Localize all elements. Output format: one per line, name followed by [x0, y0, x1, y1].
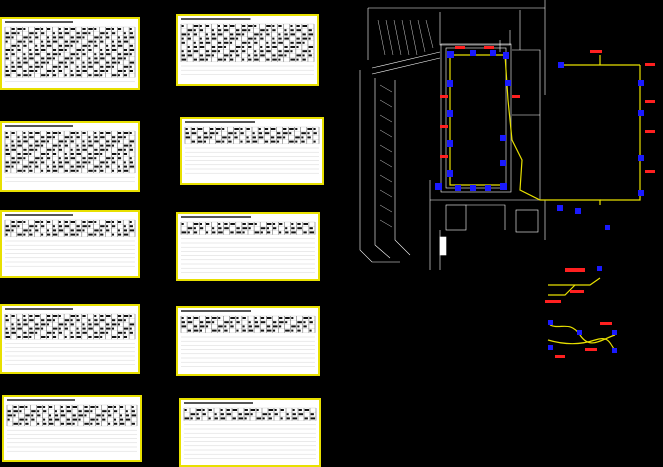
schedule-grid	[4, 125, 136, 182]
annotation-tags	[440, 46, 655, 358]
site-linework	[359, 0, 546, 270]
schedule-sheet-4	[180, 117, 324, 185]
pipe-nodes	[435, 50, 644, 353]
site-plan-drawing	[359, 0, 655, 358]
schedule-grid	[4, 308, 136, 365]
schedule-sheet-8	[176, 306, 320, 376]
schedule-grid	[184, 121, 320, 174]
schedule-sheet-6	[176, 212, 320, 281]
schedule-sheet-10	[179, 398, 321, 467]
schedule-sheet-3	[0, 121, 140, 192]
schedule-grid	[4, 21, 136, 82]
schedule-grid	[180, 216, 316, 273]
schedule-sheet-5	[0, 210, 140, 278]
schedule-grid	[4, 214, 136, 267]
schedule-sheet-7	[0, 304, 140, 374]
schedule-sheet-2	[176, 14, 319, 86]
schedule-sheet-9	[2, 395, 142, 462]
schedule-grid	[180, 310, 316, 367]
schedule-grid	[180, 18, 315, 75]
schedule-grid	[183, 402, 317, 459]
schedule-sheet-1	[0, 17, 140, 90]
schedule-grid	[6, 399, 138, 452]
